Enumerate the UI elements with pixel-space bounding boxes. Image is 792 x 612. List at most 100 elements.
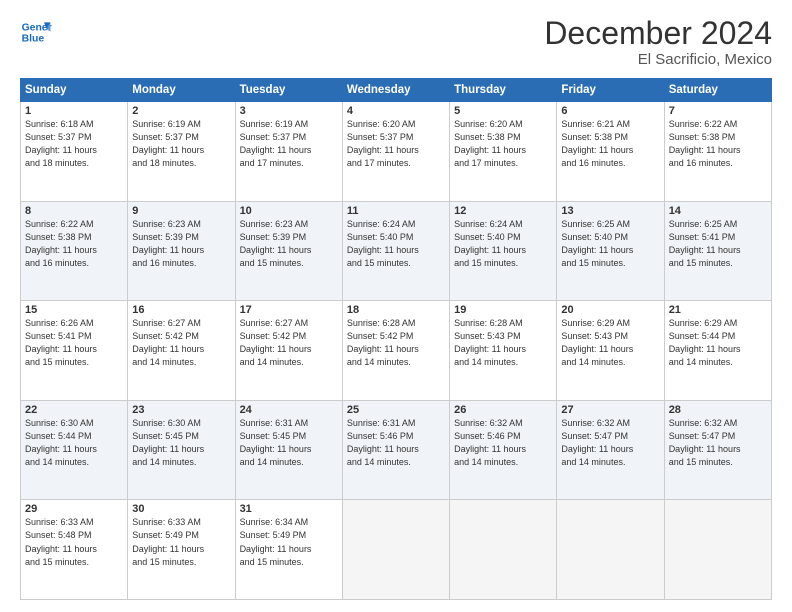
table-row: 17 Sunrise: 6:27 AMSunset: 5:42 PMDaylig… [235,301,342,401]
day-number: 2 [132,105,230,117]
weekday-header-row: Sunday Monday Tuesday Wednesday Thursday… [21,79,772,102]
header-thursday: Thursday [450,79,557,102]
day-number: 3 [240,105,338,117]
table-row: 23 Sunrise: 6:30 AMSunset: 5:45 PMDaylig… [128,400,235,500]
day-info: Sunrise: 6:29 AMSunset: 5:43 PMDaylight:… [561,317,659,369]
day-info: Sunrise: 6:26 AMSunset: 5:41 PMDaylight:… [25,317,123,369]
day-info: Sunrise: 6:32 AMSunset: 5:46 PMDaylight:… [454,417,552,469]
day-info: Sunrise: 6:24 AMSunset: 5:40 PMDaylight:… [454,218,552,270]
day-number: 11 [347,205,445,217]
table-row: 2 Sunrise: 6:19 AMSunset: 5:37 PMDayligh… [128,102,235,202]
table-row [342,500,449,600]
day-info: Sunrise: 6:25 AMSunset: 5:41 PMDaylight:… [669,218,767,270]
day-number: 9 [132,205,230,217]
day-info: Sunrise: 6:33 AMSunset: 5:49 PMDaylight:… [132,516,230,568]
day-info: Sunrise: 6:34 AMSunset: 5:49 PMDaylight:… [240,516,338,568]
day-info: Sunrise: 6:18 AMSunset: 5:37 PMDaylight:… [25,118,123,170]
day-info: Sunrise: 6:28 AMSunset: 5:42 PMDaylight:… [347,317,445,369]
table-row: 4 Sunrise: 6:20 AMSunset: 5:37 PMDayligh… [342,102,449,202]
day-number: 18 [347,304,445,316]
day-number: 8 [25,205,123,217]
day-info: Sunrise: 6:31 AMSunset: 5:45 PMDaylight:… [240,417,338,469]
day-info: Sunrise: 6:20 AMSunset: 5:38 PMDaylight:… [454,118,552,170]
day-number: 25 [347,404,445,416]
day-info: Sunrise: 6:23 AMSunset: 5:39 PMDaylight:… [132,218,230,270]
day-info: Sunrise: 6:32 AMSunset: 5:47 PMDaylight:… [561,417,659,469]
table-row: 5 Sunrise: 6:20 AMSunset: 5:38 PMDayligh… [450,102,557,202]
table-row: 20 Sunrise: 6:29 AMSunset: 5:43 PMDaylig… [557,301,664,401]
day-number: 5 [454,105,552,117]
day-number: 23 [132,404,230,416]
day-info: Sunrise: 6:27 AMSunset: 5:42 PMDaylight:… [240,317,338,369]
day-info: Sunrise: 6:25 AMSunset: 5:40 PMDaylight:… [561,218,659,270]
day-info: Sunrise: 6:22 AMSunset: 5:38 PMDaylight:… [669,118,767,170]
location-title: El Sacrificio, Mexico [544,51,772,68]
day-number: 24 [240,404,338,416]
day-number: 10 [240,205,338,217]
day-info: Sunrise: 6:29 AMSunset: 5:44 PMDaylight:… [669,317,767,369]
table-row: 18 Sunrise: 6:28 AMSunset: 5:42 PMDaylig… [342,301,449,401]
table-row: 22 Sunrise: 6:30 AMSunset: 5:44 PMDaylig… [21,400,128,500]
day-info: Sunrise: 6:23 AMSunset: 5:39 PMDaylight:… [240,218,338,270]
table-row: 14 Sunrise: 6:25 AMSunset: 5:41 PMDaylig… [664,201,771,301]
table-row: 6 Sunrise: 6:21 AMSunset: 5:38 PMDayligh… [557,102,664,202]
table-row: 15 Sunrise: 6:26 AMSunset: 5:41 PMDaylig… [21,301,128,401]
header-tuesday: Tuesday [235,79,342,102]
table-row: 28 Sunrise: 6:32 AMSunset: 5:47 PMDaylig… [664,400,771,500]
table-row: 9 Sunrise: 6:23 AMSunset: 5:39 PMDayligh… [128,201,235,301]
day-info: Sunrise: 6:19 AMSunset: 5:37 PMDaylight:… [240,118,338,170]
day-number: 20 [561,304,659,316]
day-number: 12 [454,205,552,217]
month-title: December 2024 [544,16,772,51]
table-row: 1 Sunrise: 6:18 AMSunset: 5:37 PMDayligh… [21,102,128,202]
header-monday: Monday [128,79,235,102]
day-info: Sunrise: 6:28 AMSunset: 5:43 PMDaylight:… [454,317,552,369]
table-row: 25 Sunrise: 6:31 AMSunset: 5:46 PMDaylig… [342,400,449,500]
calendar-week-row: 8 Sunrise: 6:22 AMSunset: 5:38 PMDayligh… [21,201,772,301]
table-row: 13 Sunrise: 6:25 AMSunset: 5:40 PMDaylig… [557,201,664,301]
day-info: Sunrise: 6:32 AMSunset: 5:47 PMDaylight:… [669,417,767,469]
day-number: 16 [132,304,230,316]
table-row [450,500,557,600]
table-row: 21 Sunrise: 6:29 AMSunset: 5:44 PMDaylig… [664,301,771,401]
table-row: 19 Sunrise: 6:28 AMSunset: 5:43 PMDaylig… [450,301,557,401]
title-block: December 2024 El Sacrificio, Mexico [544,16,772,68]
day-info: Sunrise: 6:27 AMSunset: 5:42 PMDaylight:… [132,317,230,369]
day-info: Sunrise: 6:30 AMSunset: 5:45 PMDaylight:… [132,417,230,469]
header-wednesday: Wednesday [342,79,449,102]
day-number: 29 [25,503,123,515]
table-row: 26 Sunrise: 6:32 AMSunset: 5:46 PMDaylig… [450,400,557,500]
header-saturday: Saturday [664,79,771,102]
day-info: Sunrise: 6:20 AMSunset: 5:37 PMDaylight:… [347,118,445,170]
header-sunday: Sunday [21,79,128,102]
table-row: 16 Sunrise: 6:27 AMSunset: 5:42 PMDaylig… [128,301,235,401]
day-number: 4 [347,105,445,117]
table-row [664,500,771,600]
table-row: 24 Sunrise: 6:31 AMSunset: 5:45 PMDaylig… [235,400,342,500]
svg-text:Blue: Blue [22,34,45,45]
table-row: 7 Sunrise: 6:22 AMSunset: 5:38 PMDayligh… [664,102,771,202]
header-friday: Friday [557,79,664,102]
page: General Blue December 2024 El Sacrificio… [0,0,792,612]
day-number: 31 [240,503,338,515]
table-row: 31 Sunrise: 6:34 AMSunset: 5:49 PMDaylig… [235,500,342,600]
table-row: 10 Sunrise: 6:23 AMSunset: 5:39 PMDaylig… [235,201,342,301]
day-number: 26 [454,404,552,416]
day-info: Sunrise: 6:19 AMSunset: 5:37 PMDaylight:… [132,118,230,170]
table-row: 27 Sunrise: 6:32 AMSunset: 5:47 PMDaylig… [557,400,664,500]
logo-icon: General Blue [20,16,52,48]
table-row: 3 Sunrise: 6:19 AMSunset: 5:37 PMDayligh… [235,102,342,202]
day-info: Sunrise: 6:33 AMSunset: 5:48 PMDaylight:… [25,516,123,568]
day-number: 22 [25,404,123,416]
day-number: 7 [669,105,767,117]
table-row [557,500,664,600]
day-info: Sunrise: 6:22 AMSunset: 5:38 PMDaylight:… [25,218,123,270]
table-row: 12 Sunrise: 6:24 AMSunset: 5:40 PMDaylig… [450,201,557,301]
table-row: 11 Sunrise: 6:24 AMSunset: 5:40 PMDaylig… [342,201,449,301]
calendar-week-row: 29 Sunrise: 6:33 AMSunset: 5:48 PMDaylig… [21,500,772,600]
day-info: Sunrise: 6:24 AMSunset: 5:40 PMDaylight:… [347,218,445,270]
day-info: Sunrise: 6:31 AMSunset: 5:46 PMDaylight:… [347,417,445,469]
day-number: 27 [561,404,659,416]
day-number: 21 [669,304,767,316]
day-number: 13 [561,205,659,217]
